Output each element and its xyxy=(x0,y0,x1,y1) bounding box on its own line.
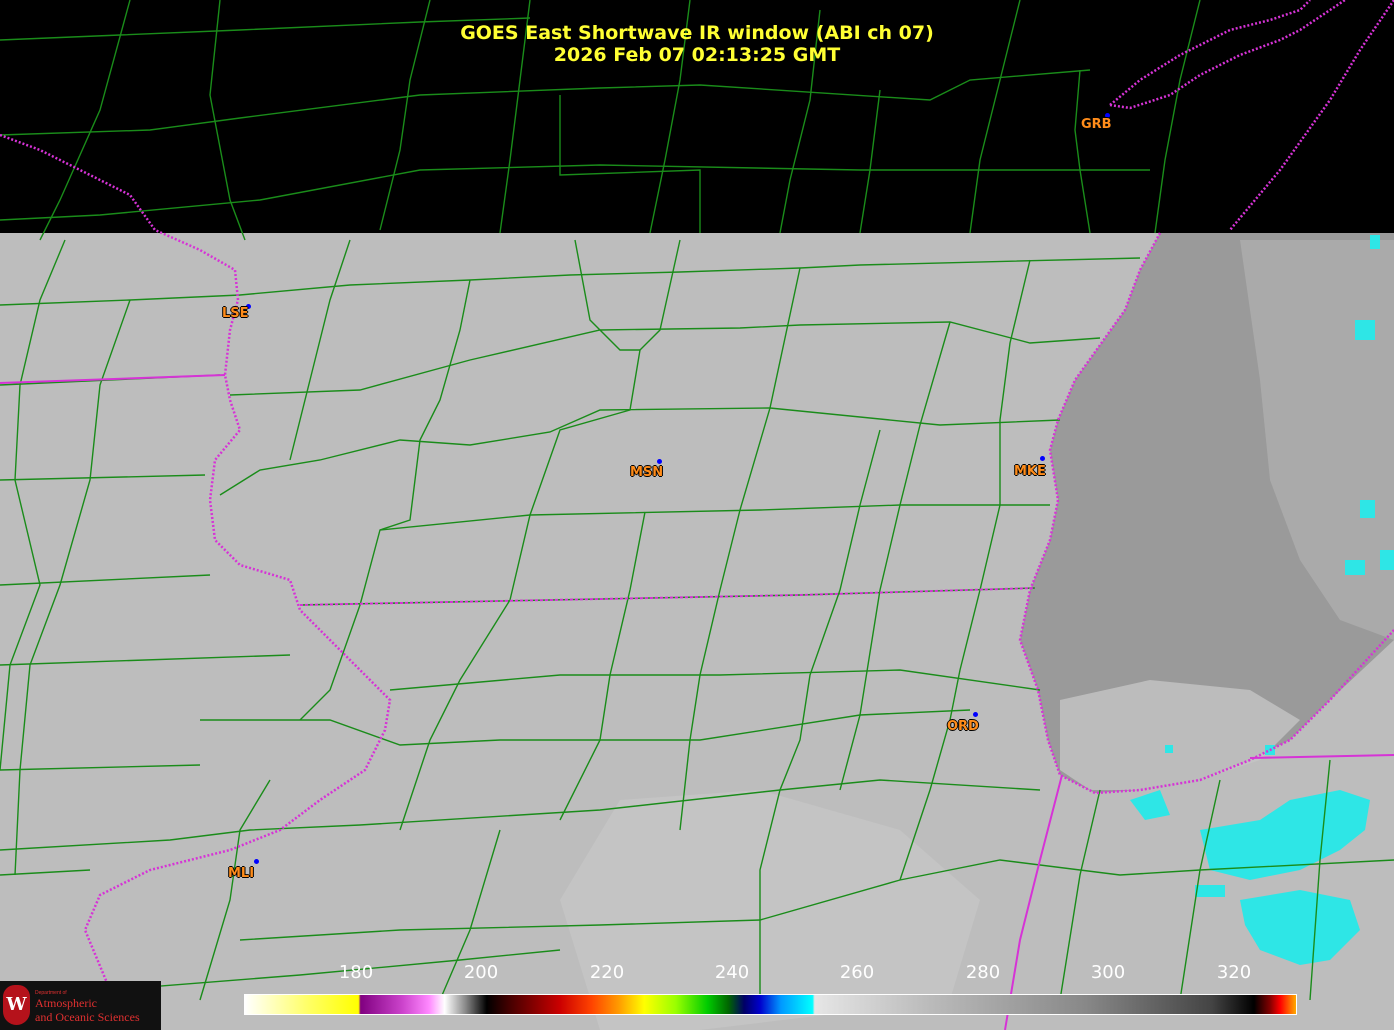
colorbar-tick: 200 xyxy=(463,962,499,983)
station-label-grb: GRB xyxy=(1081,117,1112,132)
colorbar-tick: 220 xyxy=(589,962,625,983)
station-dot-ord xyxy=(973,712,978,717)
colorbar-tick: 240 xyxy=(714,962,750,983)
station-dot-msn xyxy=(657,459,662,464)
station-dot-mke xyxy=(1040,456,1045,461)
colorbar xyxy=(244,994,1297,1015)
map-title: GOES East Shortwave IR window (ABI ch 07… xyxy=(460,22,934,44)
station-label-ord: ORD xyxy=(947,719,979,734)
station-dot-mli xyxy=(254,859,259,864)
map-timestamp: 2026 Feb 07 02:13:25 GMT xyxy=(553,44,841,66)
station-label-lse: LSE xyxy=(222,306,249,321)
colorbar-tick: 180 xyxy=(338,962,374,983)
logo-line-atmospheric: Atmospheric xyxy=(35,996,97,1010)
aos-logo: W Department of Atmospheric and Oceanic … xyxy=(0,981,161,1030)
station-label-msn: MSN xyxy=(630,465,664,480)
station-label-mke: MKE xyxy=(1014,464,1046,479)
colorbar-tick: 300 xyxy=(1090,962,1126,983)
logo-line-oceanic: and Oceanic Sciences xyxy=(35,1010,140,1024)
satellite-map xyxy=(0,0,1394,1030)
colorbar-tick: 280 xyxy=(965,962,1001,983)
colorbar-tick: 320 xyxy=(1216,962,1252,983)
station-label-mli: MLI xyxy=(228,866,255,881)
colorbar-tick: 260 xyxy=(839,962,875,983)
uw-crest-icon: W xyxy=(3,985,30,1025)
